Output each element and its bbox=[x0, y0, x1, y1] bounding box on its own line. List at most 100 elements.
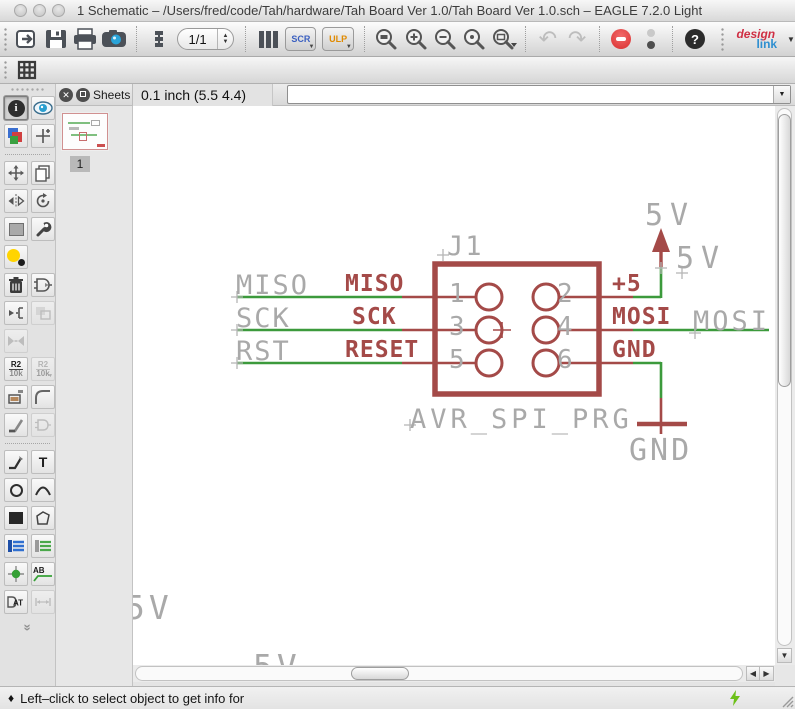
scroll-left-button[interactable]: ◀ bbox=[746, 666, 760, 681]
replace-tool-button[interactable] bbox=[31, 301, 55, 325]
minimize-window-button[interactable] bbox=[33, 4, 46, 17]
command-input[interactable] bbox=[288, 86, 773, 103]
run-script-button[interactable]: SCR ▼ bbox=[285, 27, 316, 51]
label-tool-button[interactable]: AB bbox=[31, 562, 55, 586]
design-link-menu[interactable]: design link ▼ bbox=[734, 26, 795, 52]
mirror-icon bbox=[7, 193, 25, 209]
print-button[interactable] bbox=[70, 25, 99, 53]
miter-tool-button[interactable] bbox=[31, 385, 55, 409]
pinswap-tool-button[interactable] bbox=[4, 301, 28, 325]
h-scroll-thumb[interactable] bbox=[351, 667, 409, 680]
wire-icon bbox=[7, 454, 25, 470]
grid-button[interactable] bbox=[12, 56, 42, 84]
zoom-select-button[interactable] bbox=[460, 25, 489, 53]
gateswap-tool-button[interactable] bbox=[4, 329, 28, 353]
polygon-tool-button[interactable] bbox=[31, 506, 55, 530]
cam-processor-button[interactable] bbox=[100, 25, 129, 53]
v-scroll-track[interactable] bbox=[777, 108, 792, 646]
supply-label-5v-bottomcenter[interactable]: 5V bbox=[253, 647, 301, 665]
wire-tool-button[interactable] bbox=[4, 450, 28, 474]
status-bar: ♦ Left–click to select object to get inf… bbox=[0, 686, 795, 709]
arc-tool-button[interactable] bbox=[31, 478, 55, 502]
part-name-label[interactable]: J1 bbox=[447, 231, 484, 262]
rotate-tool-button[interactable] bbox=[31, 189, 55, 213]
show-tool-button[interactable] bbox=[31, 96, 55, 120]
mirror-tool-button[interactable] bbox=[4, 189, 28, 213]
supply-label-5v-2[interactable]: 5V bbox=[676, 241, 726, 276]
go-button[interactable] bbox=[636, 25, 665, 53]
palette-drag-handle[interactable] bbox=[10, 87, 45, 92]
sheet-page-stepper[interactable]: ▲▼ bbox=[217, 29, 233, 49]
save-button[interactable] bbox=[41, 25, 70, 53]
bus-tool-button[interactable] bbox=[4, 534, 28, 558]
copy-tool-button[interactable] bbox=[31, 161, 55, 185]
print-icon bbox=[72, 28, 98, 50]
gnd-label[interactable]: GND bbox=[629, 433, 692, 468]
supply-label-5v-bottomleft[interactable]: 5V bbox=[133, 588, 173, 627]
zoom-fit-button[interactable] bbox=[372, 25, 401, 53]
group-tool-button[interactable] bbox=[4, 217, 28, 241]
delete-tool-button[interactable] bbox=[4, 273, 28, 297]
change-tool-button[interactable] bbox=[31, 217, 55, 241]
net-label-rst[interactable]: RST bbox=[236, 336, 291, 367]
zoom-out-button[interactable] bbox=[430, 25, 459, 53]
split-tool-button[interactable] bbox=[4, 413, 28, 437]
toolbar-drag-handle[interactable] bbox=[720, 27, 726, 51]
sheet-thumbnail[interactable] bbox=[62, 113, 108, 150]
invoke-tool-button[interactable] bbox=[31, 413, 55, 437]
open-recent-button[interactable] bbox=[12, 25, 41, 53]
more-tools-chevron[interactable]: » bbox=[21, 600, 36, 656]
text-tool-button[interactable]: T bbox=[31, 450, 55, 474]
undo-button[interactable]: ↶ bbox=[533, 25, 562, 53]
run-ulp-button[interactable]: ULP ▼ bbox=[322, 27, 353, 51]
net-label-mosi-right[interactable]: MOSI bbox=[693, 306, 770, 337]
use-library-button[interactable] bbox=[253, 25, 282, 53]
info-tool-button[interactable]: i bbox=[4, 96, 28, 120]
rect-tool-button[interactable] bbox=[4, 506, 28, 530]
value-tool-button[interactable]: R2 10k ▼ bbox=[31, 357, 55, 381]
move-tool-button[interactable] bbox=[4, 161, 28, 185]
help-button[interactable]: ? bbox=[680, 25, 709, 53]
chevron-down-icon: ▼ bbox=[346, 44, 352, 50]
horizontal-scrollbar[interactable]: ◀ ▶ bbox=[133, 665, 775, 682]
circle-tool-button[interactable] bbox=[4, 478, 28, 502]
mark-tool-button[interactable] bbox=[31, 124, 55, 148]
net-label-sck[interactable]: SCK bbox=[236, 303, 291, 334]
sheet-number-label[interactable]: 1 bbox=[70, 156, 90, 172]
close-panel-icon[interactable]: ✕ bbox=[59, 88, 73, 102]
sheets-tab[interactable]: ✕ Sheets bbox=[56, 84, 133, 106]
cut-tool-button[interactable] bbox=[4, 245, 28, 269]
net-label-miso[interactable]: MISO bbox=[236, 270, 309, 301]
resize-grip[interactable] bbox=[780, 694, 794, 708]
net-tool-button[interactable] bbox=[31, 534, 55, 558]
display-layers-tool-button[interactable] bbox=[4, 124, 28, 148]
command-combobox[interactable]: ▼ bbox=[287, 85, 791, 104]
redo-button[interactable]: ↷ bbox=[562, 25, 591, 53]
schematic-canvas[interactable]: J1 MISO SCK RST 1 3 5 2 4 6 AVR_SPI_PRG … bbox=[133, 106, 775, 665]
h-scroll-track[interactable] bbox=[135, 666, 743, 681]
stop-button[interactable] bbox=[607, 25, 636, 53]
traffic-light-icon bbox=[647, 29, 655, 49]
zoom-in-button[interactable] bbox=[401, 25, 430, 53]
name-tool-button[interactable]: R2 10k bbox=[4, 357, 28, 381]
close-window-button[interactable] bbox=[14, 4, 27, 17]
scroll-right-button[interactable]: ▶ bbox=[760, 666, 774, 681]
supply-label-5v-top[interactable]: 5V bbox=[645, 198, 695, 233]
smash-tool-button[interactable] bbox=[4, 385, 28, 409]
pin-number-4: 4 bbox=[557, 312, 573, 342]
chevron-down-icon[interactable]: ▼ bbox=[773, 86, 790, 103]
add-part-tool-button[interactable] bbox=[31, 273, 55, 297]
toolbar-drag-handle[interactable] bbox=[3, 60, 9, 80]
toolbar-drag-handle[interactable] bbox=[3, 27, 9, 51]
zoom-redraw-button[interactable] bbox=[489, 25, 518, 53]
part-value-label[interactable]: AVR_SPI_PRG bbox=[410, 404, 633, 435]
zoom-window-button[interactable] bbox=[52, 4, 65, 17]
junction-tool-button[interactable] bbox=[4, 562, 28, 586]
sheet-page-spinner[interactable]: 1/1 ▲▼ bbox=[177, 28, 234, 50]
v-scroll-thumb[interactable] bbox=[778, 114, 791, 387]
scroll-down-button[interactable]: ▼ bbox=[777, 648, 792, 663]
save-icon bbox=[44, 28, 68, 50]
sheet-list-button[interactable] bbox=[144, 25, 173, 53]
vertical-scrollbar[interactable]: ▼ bbox=[775, 106, 795, 665]
detach-panel-icon[interactable] bbox=[76, 88, 90, 102]
